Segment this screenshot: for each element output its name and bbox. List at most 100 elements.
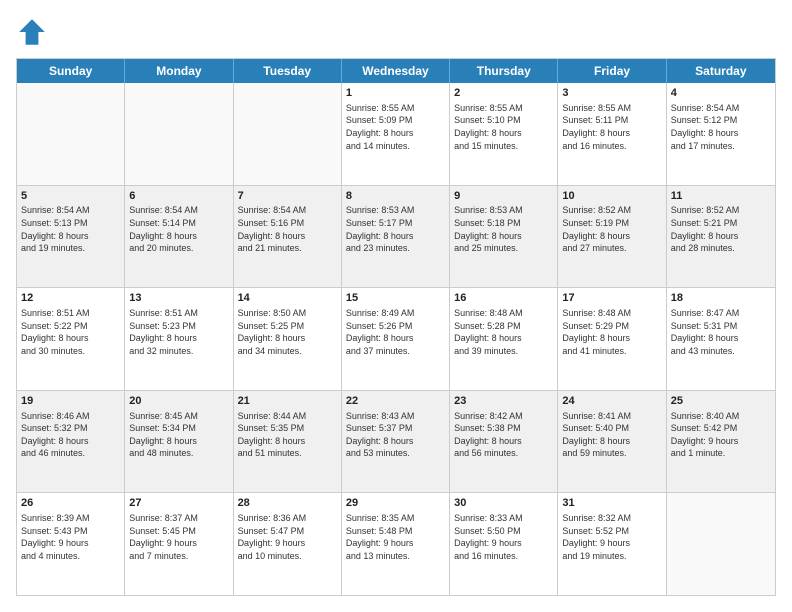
cell-info: Sunrise: 8:32 AM Sunset: 5:52 PM Dayligh… bbox=[562, 512, 661, 562]
calendar-cell bbox=[234, 83, 342, 185]
header bbox=[16, 16, 776, 48]
cell-info: Sunrise: 8:54 AM Sunset: 5:12 PM Dayligh… bbox=[671, 102, 771, 152]
cell-info: Sunrise: 8:43 AM Sunset: 5:37 PM Dayligh… bbox=[346, 410, 445, 460]
cell-info: Sunrise: 8:48 AM Sunset: 5:28 PM Dayligh… bbox=[454, 307, 553, 357]
cell-info: Sunrise: 8:33 AM Sunset: 5:50 PM Dayligh… bbox=[454, 512, 553, 562]
calendar-cell: 30Sunrise: 8:33 AM Sunset: 5:50 PM Dayli… bbox=[450, 493, 558, 595]
day-number: 9 bbox=[454, 189, 553, 204]
calendar-cell: 7Sunrise: 8:54 AM Sunset: 5:16 PM Daylig… bbox=[234, 186, 342, 288]
calendar-row: 1Sunrise: 8:55 AM Sunset: 5:09 PM Daylig… bbox=[17, 83, 775, 185]
calendar-cell: 14Sunrise: 8:50 AM Sunset: 5:25 PM Dayli… bbox=[234, 288, 342, 390]
cell-info: Sunrise: 8:39 AM Sunset: 5:43 PM Dayligh… bbox=[21, 512, 120, 562]
day-number: 20 bbox=[129, 394, 228, 409]
day-number: 21 bbox=[238, 394, 337, 409]
calendar-cell: 29Sunrise: 8:35 AM Sunset: 5:48 PM Dayli… bbox=[342, 493, 450, 595]
calendar-cell: 19Sunrise: 8:46 AM Sunset: 5:32 PM Dayli… bbox=[17, 391, 125, 493]
cell-info: Sunrise: 8:51 AM Sunset: 5:22 PM Dayligh… bbox=[21, 307, 120, 357]
cell-info: Sunrise: 8:47 AM Sunset: 5:31 PM Dayligh… bbox=[671, 307, 771, 357]
cell-info: Sunrise: 8:54 AM Sunset: 5:14 PM Dayligh… bbox=[129, 204, 228, 254]
day-number: 14 bbox=[238, 291, 337, 306]
logo bbox=[16, 16, 52, 48]
day-number: 19 bbox=[21, 394, 120, 409]
cell-info: Sunrise: 8:35 AM Sunset: 5:48 PM Dayligh… bbox=[346, 512, 445, 562]
calendar-cell: 21Sunrise: 8:44 AM Sunset: 5:35 PM Dayli… bbox=[234, 391, 342, 493]
calendar-cell: 11Sunrise: 8:52 AM Sunset: 5:21 PM Dayli… bbox=[667, 186, 775, 288]
cell-info: Sunrise: 8:51 AM Sunset: 5:23 PM Dayligh… bbox=[129, 307, 228, 357]
day-number: 2 bbox=[454, 86, 553, 101]
cell-info: Sunrise: 8:52 AM Sunset: 5:19 PM Dayligh… bbox=[562, 204, 661, 254]
day-number: 28 bbox=[238, 496, 337, 511]
day-number: 15 bbox=[346, 291, 445, 306]
day-number: 5 bbox=[21, 189, 120, 204]
calendar-cell: 31Sunrise: 8:32 AM Sunset: 5:52 PM Dayli… bbox=[558, 493, 666, 595]
calendar-cell: 13Sunrise: 8:51 AM Sunset: 5:23 PM Dayli… bbox=[125, 288, 233, 390]
calendar-cell: 16Sunrise: 8:48 AM Sunset: 5:28 PM Dayli… bbox=[450, 288, 558, 390]
calendar-row: 26Sunrise: 8:39 AM Sunset: 5:43 PM Dayli… bbox=[17, 492, 775, 595]
cell-info: Sunrise: 8:54 AM Sunset: 5:16 PM Dayligh… bbox=[238, 204, 337, 254]
weekday-header: Friday bbox=[558, 59, 666, 83]
calendar-row: 19Sunrise: 8:46 AM Sunset: 5:32 PM Dayli… bbox=[17, 390, 775, 493]
cell-info: Sunrise: 8:52 AM Sunset: 5:21 PM Dayligh… bbox=[671, 204, 771, 254]
weekday-header: Wednesday bbox=[342, 59, 450, 83]
cell-info: Sunrise: 8:55 AM Sunset: 5:10 PM Dayligh… bbox=[454, 102, 553, 152]
calendar-cell: 4Sunrise: 8:54 AM Sunset: 5:12 PM Daylig… bbox=[667, 83, 775, 185]
calendar-cell: 25Sunrise: 8:40 AM Sunset: 5:42 PM Dayli… bbox=[667, 391, 775, 493]
calendar-cell: 6Sunrise: 8:54 AM Sunset: 5:14 PM Daylig… bbox=[125, 186, 233, 288]
day-number: 12 bbox=[21, 291, 120, 306]
cell-info: Sunrise: 8:37 AM Sunset: 5:45 PM Dayligh… bbox=[129, 512, 228, 562]
calendar-row: 12Sunrise: 8:51 AM Sunset: 5:22 PM Dayli… bbox=[17, 287, 775, 390]
day-number: 23 bbox=[454, 394, 553, 409]
calendar-header: SundayMondayTuesdayWednesdayThursdayFrid… bbox=[17, 59, 775, 83]
calendar-cell: 20Sunrise: 8:45 AM Sunset: 5:34 PM Dayli… bbox=[125, 391, 233, 493]
day-number: 6 bbox=[129, 189, 228, 204]
calendar-cell: 27Sunrise: 8:37 AM Sunset: 5:45 PM Dayli… bbox=[125, 493, 233, 595]
day-number: 4 bbox=[671, 86, 771, 101]
weekday-header: Thursday bbox=[450, 59, 558, 83]
page: SundayMondayTuesdayWednesdayThursdayFrid… bbox=[0, 0, 792, 612]
weekday-header: Sunday bbox=[17, 59, 125, 83]
calendar-cell: 5Sunrise: 8:54 AM Sunset: 5:13 PM Daylig… bbox=[17, 186, 125, 288]
day-number: 24 bbox=[562, 394, 661, 409]
calendar-row: 5Sunrise: 8:54 AM Sunset: 5:13 PM Daylig… bbox=[17, 185, 775, 288]
calendar-cell: 1Sunrise: 8:55 AM Sunset: 5:09 PM Daylig… bbox=[342, 83, 450, 185]
cell-info: Sunrise: 8:40 AM Sunset: 5:42 PM Dayligh… bbox=[671, 410, 771, 460]
cell-info: Sunrise: 8:36 AM Sunset: 5:47 PM Dayligh… bbox=[238, 512, 337, 562]
cell-info: Sunrise: 8:46 AM Sunset: 5:32 PM Dayligh… bbox=[21, 410, 120, 460]
calendar-cell: 10Sunrise: 8:52 AM Sunset: 5:19 PM Dayli… bbox=[558, 186, 666, 288]
weekday-header: Saturday bbox=[667, 59, 775, 83]
day-number: 8 bbox=[346, 189, 445, 204]
calendar-body: 1Sunrise: 8:55 AM Sunset: 5:09 PM Daylig… bbox=[17, 83, 775, 595]
calendar-cell: 18Sunrise: 8:47 AM Sunset: 5:31 PM Dayli… bbox=[667, 288, 775, 390]
day-number: 27 bbox=[129, 496, 228, 511]
calendar-cell: 3Sunrise: 8:55 AM Sunset: 5:11 PM Daylig… bbox=[558, 83, 666, 185]
cell-info: Sunrise: 8:49 AM Sunset: 5:26 PM Dayligh… bbox=[346, 307, 445, 357]
day-number: 16 bbox=[454, 291, 553, 306]
weekday-header: Monday bbox=[125, 59, 233, 83]
calendar-cell: 8Sunrise: 8:53 AM Sunset: 5:17 PM Daylig… bbox=[342, 186, 450, 288]
calendar-cell: 23Sunrise: 8:42 AM Sunset: 5:38 PM Dayli… bbox=[450, 391, 558, 493]
calendar: SundayMondayTuesdayWednesdayThursdayFrid… bbox=[16, 58, 776, 596]
cell-info: Sunrise: 8:41 AM Sunset: 5:40 PM Dayligh… bbox=[562, 410, 661, 460]
cell-info: Sunrise: 8:54 AM Sunset: 5:13 PM Dayligh… bbox=[21, 204, 120, 254]
day-number: 1 bbox=[346, 86, 445, 101]
calendar-cell: 22Sunrise: 8:43 AM Sunset: 5:37 PM Dayli… bbox=[342, 391, 450, 493]
calendar-cell: 17Sunrise: 8:48 AM Sunset: 5:29 PM Dayli… bbox=[558, 288, 666, 390]
calendar-cell: 24Sunrise: 8:41 AM Sunset: 5:40 PM Dayli… bbox=[558, 391, 666, 493]
calendar-cell bbox=[667, 493, 775, 595]
cell-info: Sunrise: 8:50 AM Sunset: 5:25 PM Dayligh… bbox=[238, 307, 337, 357]
day-number: 30 bbox=[454, 496, 553, 511]
calendar-cell: 9Sunrise: 8:53 AM Sunset: 5:18 PM Daylig… bbox=[450, 186, 558, 288]
cell-info: Sunrise: 8:53 AM Sunset: 5:17 PM Dayligh… bbox=[346, 204, 445, 254]
day-number: 13 bbox=[129, 291, 228, 306]
calendar-cell: 12Sunrise: 8:51 AM Sunset: 5:22 PM Dayli… bbox=[17, 288, 125, 390]
cell-info: Sunrise: 8:45 AM Sunset: 5:34 PM Dayligh… bbox=[129, 410, 228, 460]
cell-info: Sunrise: 8:55 AM Sunset: 5:11 PM Dayligh… bbox=[562, 102, 661, 152]
day-number: 22 bbox=[346, 394, 445, 409]
day-number: 29 bbox=[346, 496, 445, 511]
cell-info: Sunrise: 8:44 AM Sunset: 5:35 PM Dayligh… bbox=[238, 410, 337, 460]
cell-info: Sunrise: 8:48 AM Sunset: 5:29 PM Dayligh… bbox=[562, 307, 661, 357]
calendar-cell: 26Sunrise: 8:39 AM Sunset: 5:43 PM Dayli… bbox=[17, 493, 125, 595]
day-number: 10 bbox=[562, 189, 661, 204]
day-number: 26 bbox=[21, 496, 120, 511]
day-number: 11 bbox=[671, 189, 771, 204]
